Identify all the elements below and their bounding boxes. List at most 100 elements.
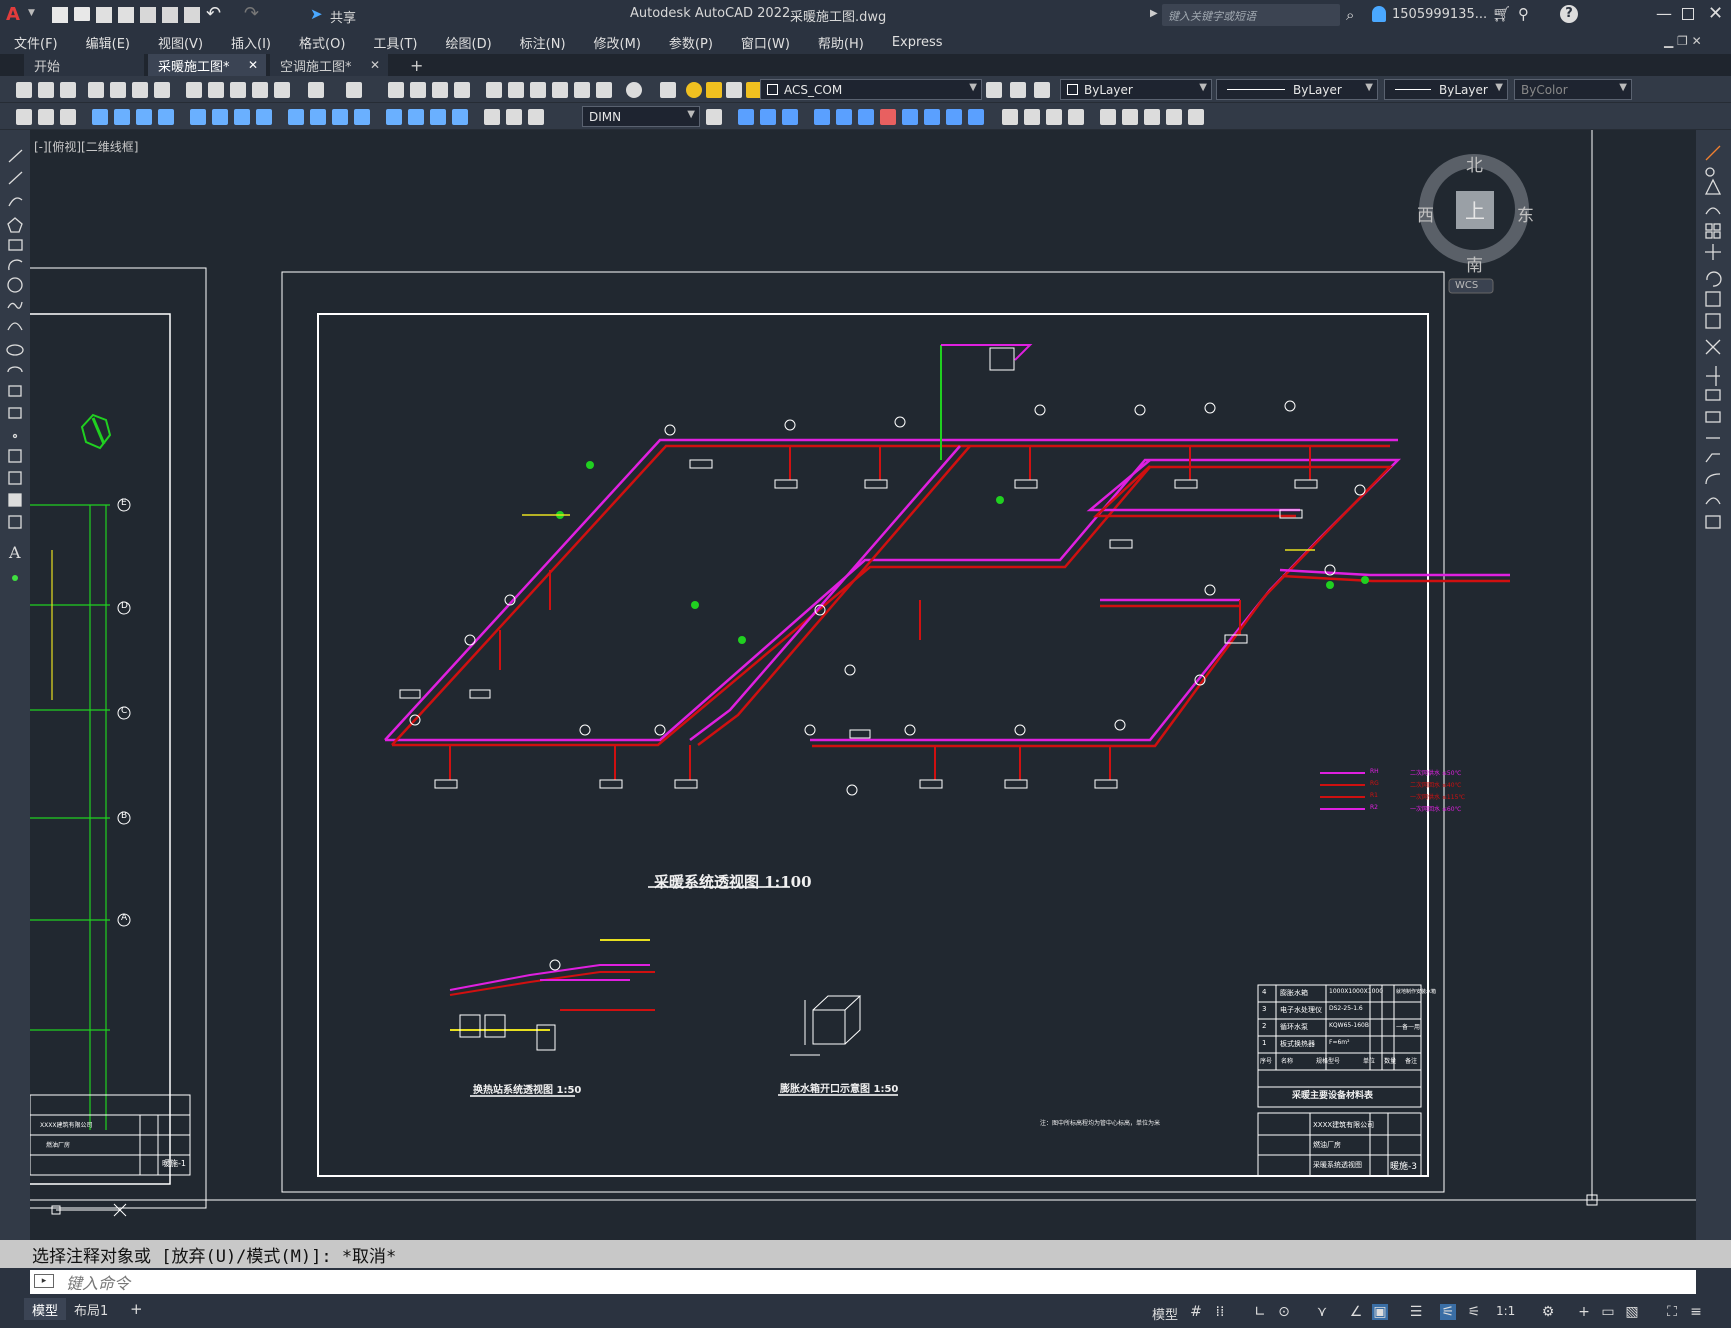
properties-icon[interactable]	[486, 82, 502, 98]
add-layout-icon[interactable]: +	[122, 1298, 151, 1320]
menu-window[interactable]: 窗口(W)	[727, 33, 804, 52]
new-file-icon[interactable]	[52, 7, 68, 23]
color-dropdown[interactable]: ByLayer ▼	[1060, 79, 1212, 100]
plot-icon[interactable]	[184, 7, 200, 23]
tab-layout1[interactable]: 布局1	[66, 1298, 116, 1320]
match-prop-icon[interactable]	[252, 82, 268, 98]
bring-front-icon[interactable]	[1024, 109, 1040, 125]
jogged-linear-icon[interactable]	[408, 109, 424, 125]
layer-vp-icon[interactable]	[726, 82, 742, 98]
quick-dim-icon[interactable]	[212, 109, 228, 125]
qnew-icon[interactable]	[16, 82, 32, 98]
menu-draw[interactable]: 绘图(D)	[432, 33, 506, 52]
break-icon[interactable]	[924, 109, 940, 125]
layer-props-icon[interactable]	[660, 82, 676, 98]
scale-icon[interactable]	[858, 109, 874, 125]
quick-properties-icon[interactable]: ▧	[1624, 1304, 1640, 1320]
dim-space-icon[interactable]	[288, 109, 304, 125]
app-menu-dropdown-icon[interactable]: ▼	[28, 8, 35, 18]
dim-linear-icon[interactable]	[16, 109, 32, 125]
dwf-icon[interactable]	[154, 82, 170, 98]
menu-dimension[interactable]: 标注(N)	[506, 33, 580, 52]
move-icon[interactable]	[814, 109, 830, 125]
dim-text-edit-icon[interactable]	[452, 109, 468, 125]
plot-preview-icon[interactable]	[110, 82, 126, 98]
menu-modify[interactable]: 修改(M)	[580, 33, 655, 52]
isodraft-icon[interactable]: ⋎	[1314, 1304, 1330, 1320]
copy-icon[interactable]	[208, 82, 224, 98]
maximize-icon[interactable]	[1682, 8, 1694, 20]
object-snap-tracking-icon[interactable]: ∠	[1348, 1304, 1364, 1320]
new-tab-icon[interactable]: +	[400, 54, 433, 76]
dim-angular-icon[interactable]	[190, 109, 206, 125]
tab-close-icon[interactable]: ✕	[370, 58, 380, 72]
menu-file[interactable]: 文件(F)	[0, 33, 72, 52]
menu-parametric[interactable]: 参数(P)	[655, 33, 727, 52]
dimstyle-dropdown[interactable]: DIMN ▼	[582, 106, 700, 127]
share-icon[interactable]: ➤	[310, 5, 323, 23]
sheet-set-icon[interactable]	[552, 82, 568, 98]
user-name[interactable]: 1505999135...	[1392, 7, 1487, 22]
doc-minimize-icon[interactable]: ▁ ❐ ✕	[1664, 34, 1702, 48]
workspace-gear-icon[interactable]: ⚙	[1540, 1304, 1556, 1320]
grid-icon[interactable]: #	[1188, 1304, 1204, 1320]
calculator-icon[interactable]	[596, 82, 612, 98]
rotate-icon[interactable]	[836, 109, 852, 125]
menu-tools[interactable]: 工具(T)	[359, 33, 431, 52]
zoom-previous-icon[interactable]	[454, 82, 470, 98]
dim-associate-icon[interactable]	[528, 109, 544, 125]
close-icon[interactable]: ✕	[1708, 3, 1723, 24]
tab-ac-drawing[interactable]: 空调施工图* ✕	[270, 54, 388, 76]
dim-style-manager-icon[interactable]	[706, 109, 722, 125]
tab-close-icon[interactable]: ✕	[248, 58, 258, 72]
snap-icon[interactable]: ⁞⁞	[1212, 1304, 1228, 1320]
help-icon[interactable]: ?	[1560, 5, 1578, 23]
tool-palettes-icon[interactable]	[530, 82, 546, 98]
help-toolbar-icon[interactable]	[626, 82, 642, 98]
layer-dropdown[interactable]: ACS_COM ▼	[760, 79, 982, 100]
dim-break-icon[interactable]	[310, 109, 326, 125]
lineweight-icon[interactable]: ☰	[1408, 1304, 1424, 1320]
undo-toolbar-icon[interactable]	[308, 82, 324, 98]
center-mark-icon[interactable]	[354, 109, 370, 125]
dim-baseline-icon[interactable]	[234, 109, 250, 125]
minimize-icon[interactable]: —	[1656, 4, 1672, 23]
command-recent-icon[interactable]: ▸	[34, 1274, 54, 1288]
layer-freeze-icon[interactable]	[706, 82, 722, 98]
tab-start[interactable]: 开始	[24, 54, 144, 76]
dim-radius-icon[interactable]	[114, 109, 130, 125]
send-back-icon[interactable]	[1046, 109, 1062, 125]
menu-help[interactable]: 帮助(H)	[804, 33, 878, 52]
tab-heating-drawing[interactable]: 采暖施工图* ✕	[148, 54, 266, 76]
menu-insert[interactable]: 插入(I)	[217, 33, 285, 52]
annotation-visibility-icon[interactable]: ⚟	[1440, 1304, 1456, 1320]
dim-jogged-icon[interactable]	[136, 109, 152, 125]
model-space-button[interactable]: 模型	[1152, 1304, 1178, 1323]
insert-block-icon[interactable]	[1100, 109, 1116, 125]
search-input[interactable]: 键入关键字或短语	[1162, 4, 1340, 26]
print-icon[interactable]	[88, 82, 104, 98]
cut-icon[interactable]	[186, 82, 202, 98]
dim-style-icon[interactable]	[506, 109, 522, 125]
paste-icon[interactable]	[230, 82, 246, 98]
make-current-icon[interactable]	[986, 82, 1002, 98]
zoom-window-icon[interactable]	[432, 82, 448, 98]
redo-toolbar-icon[interactable]	[346, 82, 362, 98]
drawing-canvas[interactable]: [-][俯视][二维线框] 北 南 东 西 上 WCS 采暖系统透视图 1:10…	[30, 130, 1696, 1240]
polar-icon[interactable]: ⊙	[1276, 1304, 1292, 1320]
dim-edit-icon[interactable]	[430, 109, 446, 125]
save-toolbar-icon[interactable]	[60, 82, 76, 98]
layer-previous-icon[interactable]	[1010, 82, 1026, 98]
annotation-scale[interactable]: 1:1	[1496, 1304, 1515, 1318]
menu-format[interactable]: 格式(O)	[285, 33, 359, 52]
join-icon[interactable]	[946, 109, 962, 125]
auto-scale-icon[interactable]: ⚟	[1466, 1304, 1482, 1320]
publish-icon[interactable]	[132, 82, 148, 98]
dim-continue-icon[interactable]	[256, 109, 272, 125]
open-web-icon[interactable]	[140, 7, 156, 23]
block-editor-icon[interactable]	[274, 82, 290, 98]
command-input[interactable]: ▸ 键入命令	[30, 1270, 1696, 1294]
tab-model[interactable]: 模型	[24, 1298, 67, 1320]
layer-on-icon[interactable]	[686, 82, 702, 98]
zoom-realtime-icon[interactable]	[410, 82, 426, 98]
